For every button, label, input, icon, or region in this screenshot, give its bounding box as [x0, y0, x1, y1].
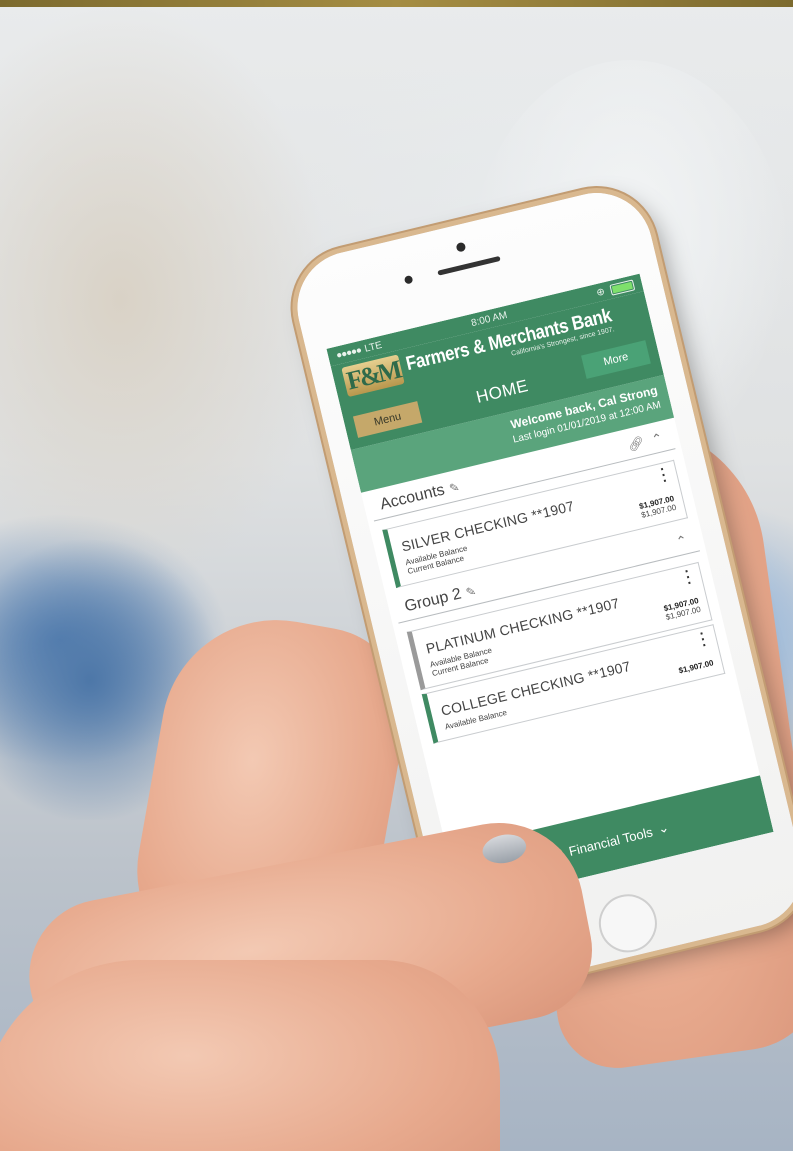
pencil-icon[interactable]: ✎ — [464, 584, 477, 600]
page-title: HOME — [474, 376, 531, 407]
orientation-lock-icon: ⊕ — [595, 285, 606, 299]
pencil-icon[interactable]: ✎ — [448, 480, 461, 496]
front-camera — [455, 241, 467, 253]
section-title: Group 2 — [402, 585, 464, 616]
link-icon[interactable]: 🔗︎ — [626, 434, 646, 453]
earpiece — [437, 255, 501, 276]
chevron-down-icon: ⌄ — [656, 819, 671, 837]
top-gold-band — [0, 0, 793, 7]
lower-hand — [0, 960, 500, 1151]
battery-icon — [609, 278, 636, 296]
financial-tools-label: Financial Tools — [567, 823, 655, 859]
thumb-nail — [480, 830, 529, 867]
home-button[interactable] — [592, 888, 663, 959]
fm-logo-mark: F&M — [341, 354, 405, 398]
section-title: Accounts — [378, 481, 447, 514]
photo-background: ●●●●● LTE 8:00 AM ⊕ F&M Farmers & Mercha… — [0, 0, 793, 1151]
proximity-sensor — [403, 274, 414, 285]
carrier-label: LTE — [363, 339, 384, 355]
chevron-up-icon[interactable]: ⌃ — [650, 430, 664, 448]
menu-button[interactable]: Menu — [352, 401, 423, 438]
chevron-up-icon[interactable]: ⌃ — [675, 532, 689, 550]
more-button[interactable]: More — [581, 340, 651, 379]
